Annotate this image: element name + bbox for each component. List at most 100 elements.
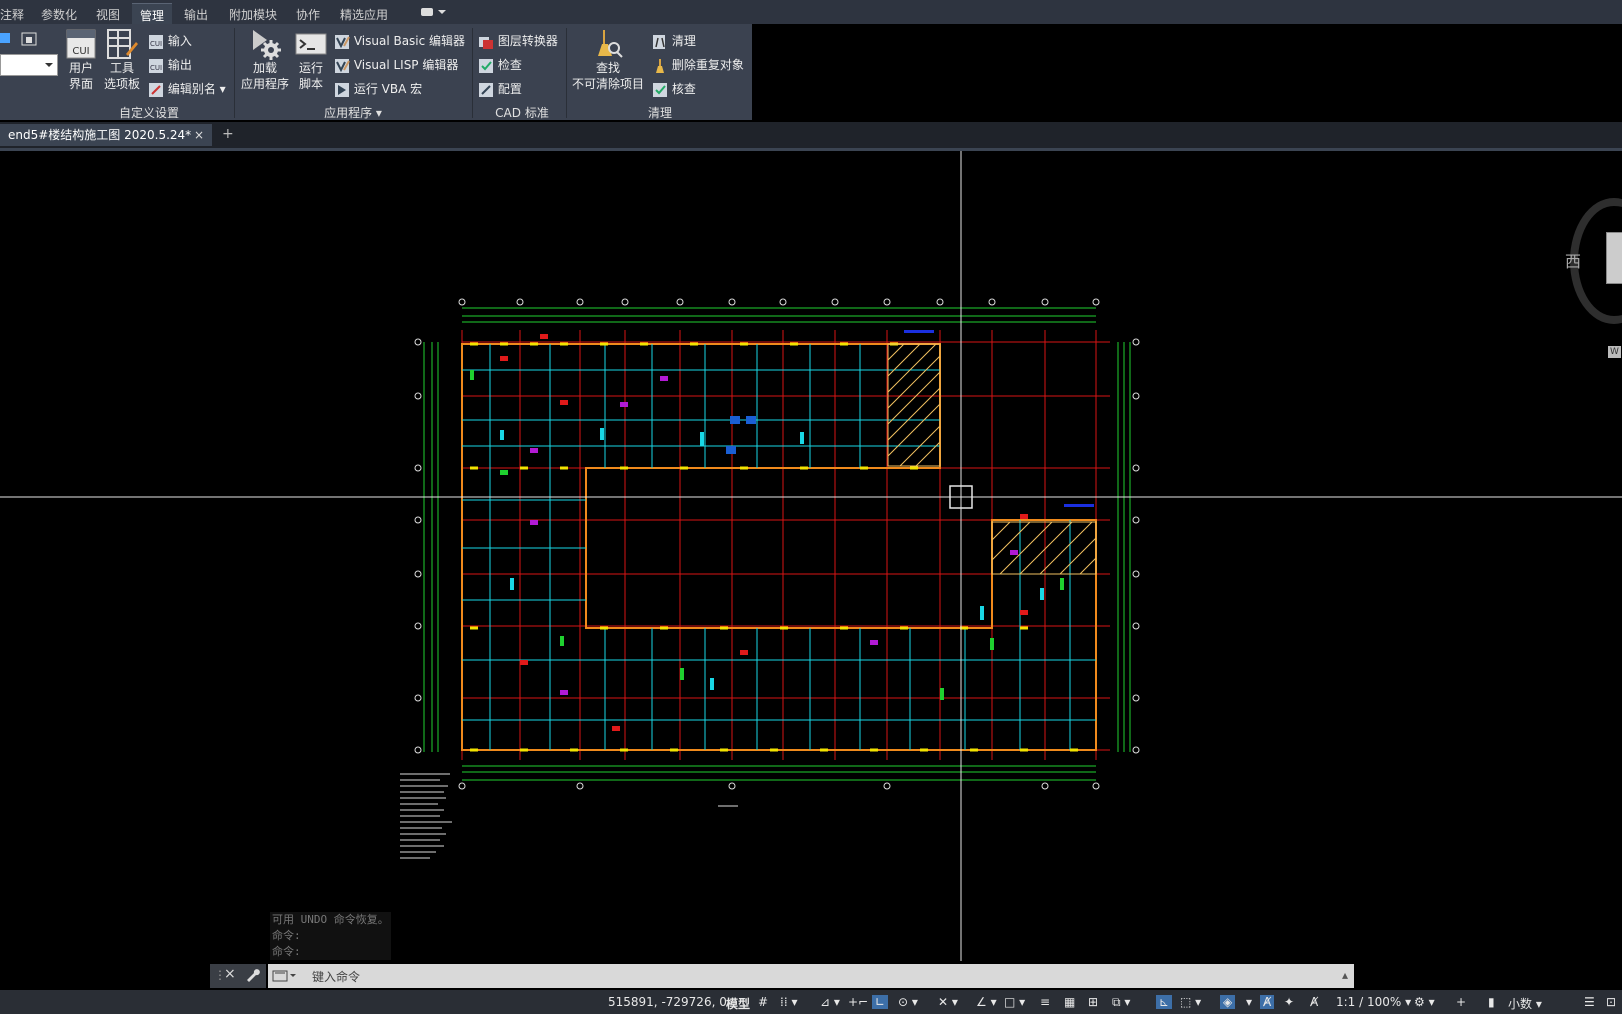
3d-object-snap-icon[interactable]: ◈ [1220, 995, 1236, 1009]
workspace-gear-icon[interactable]: ⚙ ▾ [1414, 995, 1435, 1009]
tool-palette-icon [107, 29, 138, 59]
document-tab-title: end5#楼结构施工图 2020.5.24* [8, 128, 192, 142]
load-application-button[interactable]: 加载 应用程序 [240, 28, 290, 92]
annotation-plus-icon[interactable]: + [1456, 995, 1466, 1009]
lisp-editor-button[interactable]: Visual LISP 编辑器 [334, 56, 458, 74]
wrench-icon[interactable] [244, 967, 260, 986]
transparency-icon[interactable]: ▦ [1064, 995, 1075, 1009]
svg-text:CUI: CUI [150, 64, 162, 72]
quick-properties-icon[interactable]: ⊞ [1088, 995, 1098, 1009]
wcs-indicator[interactable]: W [1608, 346, 1621, 358]
standards-check-button[interactable]: 检查 [478, 56, 522, 74]
dropdown-arrow-icon[interactable]: ▾ [1246, 995, 1252, 1009]
user-interface-button[interactable]: CUI 用户 界面 [64, 28, 98, 92]
lineweight-icon[interactable]: ≡ [1040, 995, 1050, 1009]
gizmo-icon[interactable]: ⬚ ▾ [1180, 995, 1201, 1009]
label-line1: 工具 [109, 61, 134, 75]
group-title-apps-label: 应用程序 [324, 106, 373, 120]
ribbon-empty-area [752, 24, 1622, 120]
label-line1: 查找 [595, 61, 620, 75]
purge-button[interactable]: 清理 [652, 32, 696, 50]
ucs-icon[interactable]: ⊾ [1156, 995, 1173, 1009]
import-label: 输入 [167, 34, 192, 48]
isodraft-icon[interactable]: ∠ ▾ [976, 995, 997, 1009]
broom-icon [656, 58, 664, 73]
vb-editor-button[interactable]: Visual Basic 编辑器 [334, 32, 465, 50]
document-tab-bar: end5#楼结构施工图 2020.5.24* × + [0, 122, 1622, 151]
standards-check-label: 检查 [497, 58, 522, 72]
terminal-icon [295, 33, 327, 55]
ortho-icon[interactable]: ∟ [872, 995, 889, 1009]
run-vba-button[interactable]: 运行 VBA 宏 [334, 80, 422, 98]
run-script-button[interactable]: 运行 脚本 [294, 28, 328, 92]
svg-text:CUI: CUI [150, 40, 162, 48]
export-icon: CUI [149, 58, 163, 73]
dropdown-arrow-icon: ▾ [375, 106, 382, 120]
purge-label: 清理 [671, 34, 696, 48]
edit-aliases-label: 编辑别名 [167, 82, 216, 96]
ribbon-options-icon[interactable] [420, 6, 448, 21]
units-icon[interactable]: ▮ [1488, 995, 1495, 1009]
import-button[interactable]: CUI 输入 [148, 32, 192, 50]
tab-addins[interactable]: 附加模块 [229, 6, 277, 23]
group-title-apps[interactable]: 应用程序 ▾ [318, 104, 388, 121]
check-icon [479, 58, 493, 73]
tab-view[interactable]: 视图 [96, 6, 120, 23]
label-line2: 界面 [68, 77, 93, 91]
tab-output[interactable]: 输出 [184, 6, 208, 23]
tab-parametric[interactable]: 参数化 [41, 6, 77, 23]
infer-constraints-icon[interactable]: ⊿ ▾ [820, 995, 840, 1009]
document-tab[interactable]: end5#楼结构施工图 2020.5.24* × [0, 124, 212, 146]
annotation-scale-icon[interactable]: Ⱥ [1310, 995, 1318, 1009]
close-icon[interactable]: × [194, 124, 204, 146]
command-prompt-icon[interactable] [272, 968, 298, 987]
layer-translator-button[interactable]: 图层转换器 [478, 32, 558, 50]
separator [234, 28, 235, 118]
viewcube-face[interactable] [1606, 232, 1622, 284]
tool-palettes-button[interactable]: 工具 选项板 [102, 28, 142, 92]
history-line: 命令: [270, 928, 391, 944]
close-icon[interactable]: × [224, 966, 236, 982]
partial-tool-icon[interactable] [0, 30, 40, 51]
object-snap-tracking-icon[interactable]: ✕ ▾ [938, 995, 958, 1009]
snap-icon[interactable]: ⁞⁞ ▾ [780, 995, 797, 1009]
lisp-editor-icon [335, 58, 350, 73]
export-button[interactable]: CUI 输出 [148, 56, 192, 74]
model-space-button[interactable]: 模型 [726, 995, 750, 1012]
configure-icon [479, 82, 493, 97]
separator [566, 28, 567, 118]
fullscreen-icon[interactable]: ⊡ [1606, 995, 1616, 1009]
new-tab-button[interactable]: + [222, 126, 234, 142]
label-line1: 用户 [68, 61, 93, 75]
command-line-controls: ⋮ × [210, 964, 266, 988]
audit-button[interactable]: 核查 [652, 80, 696, 98]
find-non-purgeable-button[interactable]: 查找 不可清除项目 [570, 28, 646, 92]
annotation-monitor-icon[interactable]: ⧉ ▾ [1112, 995, 1130, 1010]
run-vba-label: 运行 VBA 宏 [353, 82, 423, 96]
annotation-visibility-icon[interactable]: Ⱥ [1260, 995, 1275, 1009]
standards-configure-button[interactable]: 配置 [478, 80, 522, 98]
standards-configure-label: 配置 [497, 82, 522, 96]
tab-featured-apps[interactable]: 精选应用 [340, 6, 388, 23]
history-arrow-icon[interactable]: ▴ [1342, 968, 1348, 982]
selection-cycling-icon[interactable]: □ ▾ [1004, 995, 1025, 1009]
tab-annotate[interactable]: 注释 [0, 6, 24, 23]
command-input[interactable]: 键入命令 ▴ [268, 964, 1354, 988]
edit-aliases-icon [149, 82, 163, 97]
label-line1: 加载 [252, 61, 277, 75]
grid-icon[interactable]: # [758, 995, 768, 1009]
drawing-canvas[interactable] [0, 151, 1622, 961]
auto-scale-icon[interactable]: ✦ [1284, 995, 1294, 1009]
viewcube-west-label[interactable]: 西 [1565, 248, 1581, 272]
edit-aliases-button[interactable]: 编辑别名 ▾ [148, 80, 226, 98]
dynamic-input-icon[interactable]: +⌐ [848, 995, 868, 1009]
polar-tracking-icon[interactable]: ⊙ ▾ [898, 995, 918, 1009]
units-dropdown[interactable]: 小数 ▾ [1508, 995, 1542, 1012]
tab-collaborate[interactable]: 协作 [296, 6, 320, 23]
annotation-scale-value[interactable]: 1:1 / 100% ▾ [1336, 995, 1411, 1009]
customization-icon[interactable]: ☰ [1584, 995, 1595, 1009]
label-line1: 运行 [298, 61, 323, 75]
coordinate-readout[interactable]: 515891, -729726, 0 [608, 995, 727, 1009]
overkill-button[interactable]: 删除重复对象 [652, 56, 744, 74]
partial-dropdown[interactable] [0, 54, 58, 76]
